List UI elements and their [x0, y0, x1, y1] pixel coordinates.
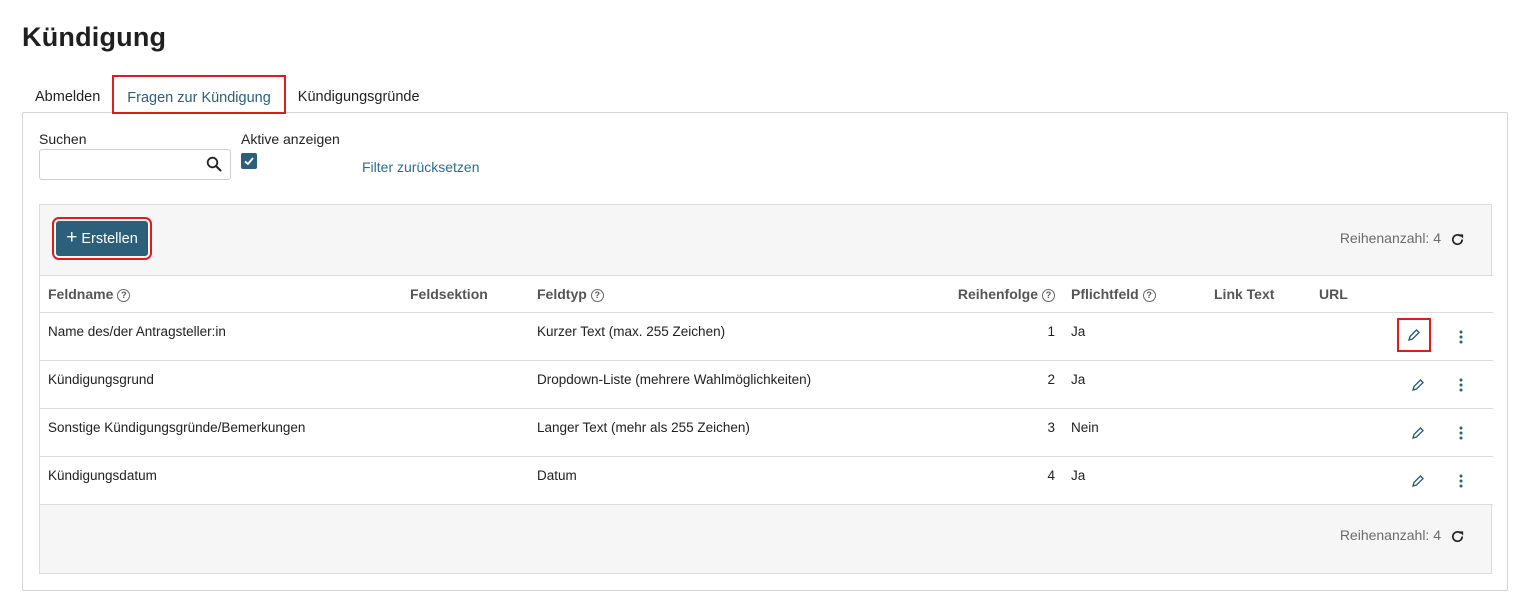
pencil-icon: [1411, 379, 1424, 392]
cell-reihenfolge: 1: [822, 312, 1063, 361]
table-header-row: Feldname? Feldsektion Feldtyp? Reihenfol…: [40, 275, 1493, 313]
cell-reihenfolge: 4: [822, 456, 1063, 505]
search-field[interactable]: [39, 149, 231, 180]
column-header-actions: [1387, 275, 1493, 313]
search-input[interactable]: [40, 150, 200, 179]
table-row[interactable]: Kündigungsdatum Datum 4 Ja: [40, 456, 1493, 505]
cell-url: [1311, 456, 1387, 505]
cell-actions: [1387, 408, 1493, 457]
tab-bar: Abmelden Fragen zur Kündigung Kündigungs…: [22, 75, 433, 114]
cell-feldtyp: Kurzer Text (max. 255 Zeichen): [529, 312, 822, 361]
cell-feldname: Kündigungsgrund: [40, 360, 402, 409]
tab-kuendigungsgruende[interactable]: Kündigungsgründe: [285, 76, 433, 113]
cell-url: [1311, 312, 1387, 361]
column-header-feldname[interactable]: Feldname?: [40, 275, 402, 313]
cell-feldtyp: Langer Text (mehr als 255 Zeichen): [529, 408, 822, 457]
tab-fragen-zur-kuendigung[interactable]: Fragen zur Kündigung: [112, 75, 286, 114]
table-row[interactable]: Name des/der Antragsteller:in Kurzer Tex…: [40, 312, 1493, 361]
refresh-icon[interactable]: [1450, 529, 1465, 544]
kebab-menu-icon: [1459, 426, 1463, 440]
create-button[interactable]: + Erstellen: [52, 217, 152, 260]
row-count: Reihenanzahl: 4: [1339, 230, 1441, 246]
edit-button[interactable]: [1407, 470, 1429, 492]
edit-button[interactable]: [1407, 374, 1429, 396]
cell-url: [1311, 408, 1387, 457]
fields-table: Feldname? Feldsektion Feldtyp? Reihenfol…: [40, 275, 1493, 505]
kebab-menu-icon: [1459, 330, 1463, 344]
edit-button[interactable]: [1407, 422, 1429, 444]
column-header-pflichtfeld[interactable]: Pflichtfeld?: [1063, 275, 1206, 313]
active-checkbox[interactable]: [241, 153, 257, 169]
edit-button[interactable]: [1397, 318, 1431, 352]
plus-icon: +: [66, 227, 78, 248]
column-header-feldtyp[interactable]: Feldtyp?: [529, 275, 822, 313]
cell-feldsektion: [402, 312, 529, 361]
cell-actions: [1387, 456, 1493, 505]
table-row[interactable]: Kündigungsgrund Dropdown-Liste (mehrere …: [40, 360, 1493, 409]
cell-pflichtfeld: Ja: [1063, 456, 1206, 505]
table-row[interactable]: Sonstige Kündigungsgründe/Bemerkungen La…: [40, 408, 1493, 457]
column-header-link-text[interactable]: Link Text: [1206, 275, 1311, 313]
column-header-url[interactable]: URL: [1311, 275, 1387, 313]
cell-feldtyp: Dropdown-Liste (mehrere Wahlmöglichkeite…: [529, 360, 822, 409]
more-options-button[interactable]: [1455, 471, 1467, 491]
column-header-reihenfolge[interactable]: Reihenfolge?: [822, 275, 1063, 313]
cell-actions: [1387, 360, 1493, 409]
cell-link-text: [1206, 456, 1311, 505]
cell-pflichtfeld: Ja: [1063, 360, 1206, 409]
help-icon[interactable]: ?: [1042, 289, 1055, 302]
cell-pflichtfeld: Nein: [1063, 408, 1206, 457]
reset-filter-link[interactable]: Filter zurücksetzen: [362, 159, 479, 175]
pencil-icon: [1407, 329, 1420, 342]
create-button-label: Erstellen: [81, 230, 138, 247]
data-grid: + Erstellen Reihenanzahl: 4 Feldname? Fe…: [39, 204, 1493, 574]
help-icon[interactable]: ?: [590, 289, 604, 302]
cell-reihenfolge: 3: [822, 408, 1063, 457]
kebab-menu-icon: [1459, 474, 1463, 488]
cell-pflichtfeld: Ja: [1063, 312, 1206, 361]
cell-link-text: [1206, 312, 1311, 361]
cell-feldtyp: Datum: [529, 456, 822, 505]
tab-abmelden[interactable]: Abmelden: [22, 76, 113, 113]
check-icon: [244, 157, 254, 166]
help-icon[interactable]: ?: [1142, 289, 1156, 302]
pencil-icon: [1411, 475, 1424, 488]
cell-feldsektion: [402, 456, 529, 505]
cell-feldname: Name des/der Antragsteller:in: [40, 312, 402, 361]
help-icon[interactable]: ?: [117, 289, 131, 302]
cell-link-text: [1206, 408, 1311, 457]
page-title: Kündigung: [22, 22, 167, 52]
cell-feldsektion: [402, 408, 529, 457]
cell-link-text: [1206, 360, 1311, 409]
kebab-menu-icon: [1459, 378, 1463, 392]
more-options-button[interactable]: [1455, 423, 1467, 443]
more-options-button[interactable]: [1455, 375, 1467, 395]
cell-actions: [1387, 312, 1493, 361]
active-filter-label: Aktive anzeigen: [241, 131, 340, 147]
cell-reihenfolge: 2: [822, 360, 1063, 409]
cell-feldname: Sonstige Kündigungsgründe/Bemerkungen: [40, 408, 402, 457]
footer-row-count: Reihenanzahl: 4: [1339, 527, 1441, 543]
pencil-icon: [1411, 427, 1424, 440]
cell-feldsektion: [402, 360, 529, 409]
tab-panel: Suchen Aktive anzeigen Filter zurücksetz…: [22, 112, 1508, 591]
refresh-icon[interactable]: [1450, 232, 1465, 247]
search-label: Suchen: [39, 131, 87, 147]
column-header-feldsektion[interactable]: Feldsektion: [402, 275, 529, 313]
more-options-button[interactable]: [1455, 327, 1467, 347]
cell-feldname: Kündigungsdatum: [40, 456, 402, 505]
cell-url: [1311, 360, 1387, 409]
search-icon[interactable]: [206, 156, 222, 172]
grid-toolbar: + Erstellen Reihenanzahl: 4: [40, 205, 1491, 275]
